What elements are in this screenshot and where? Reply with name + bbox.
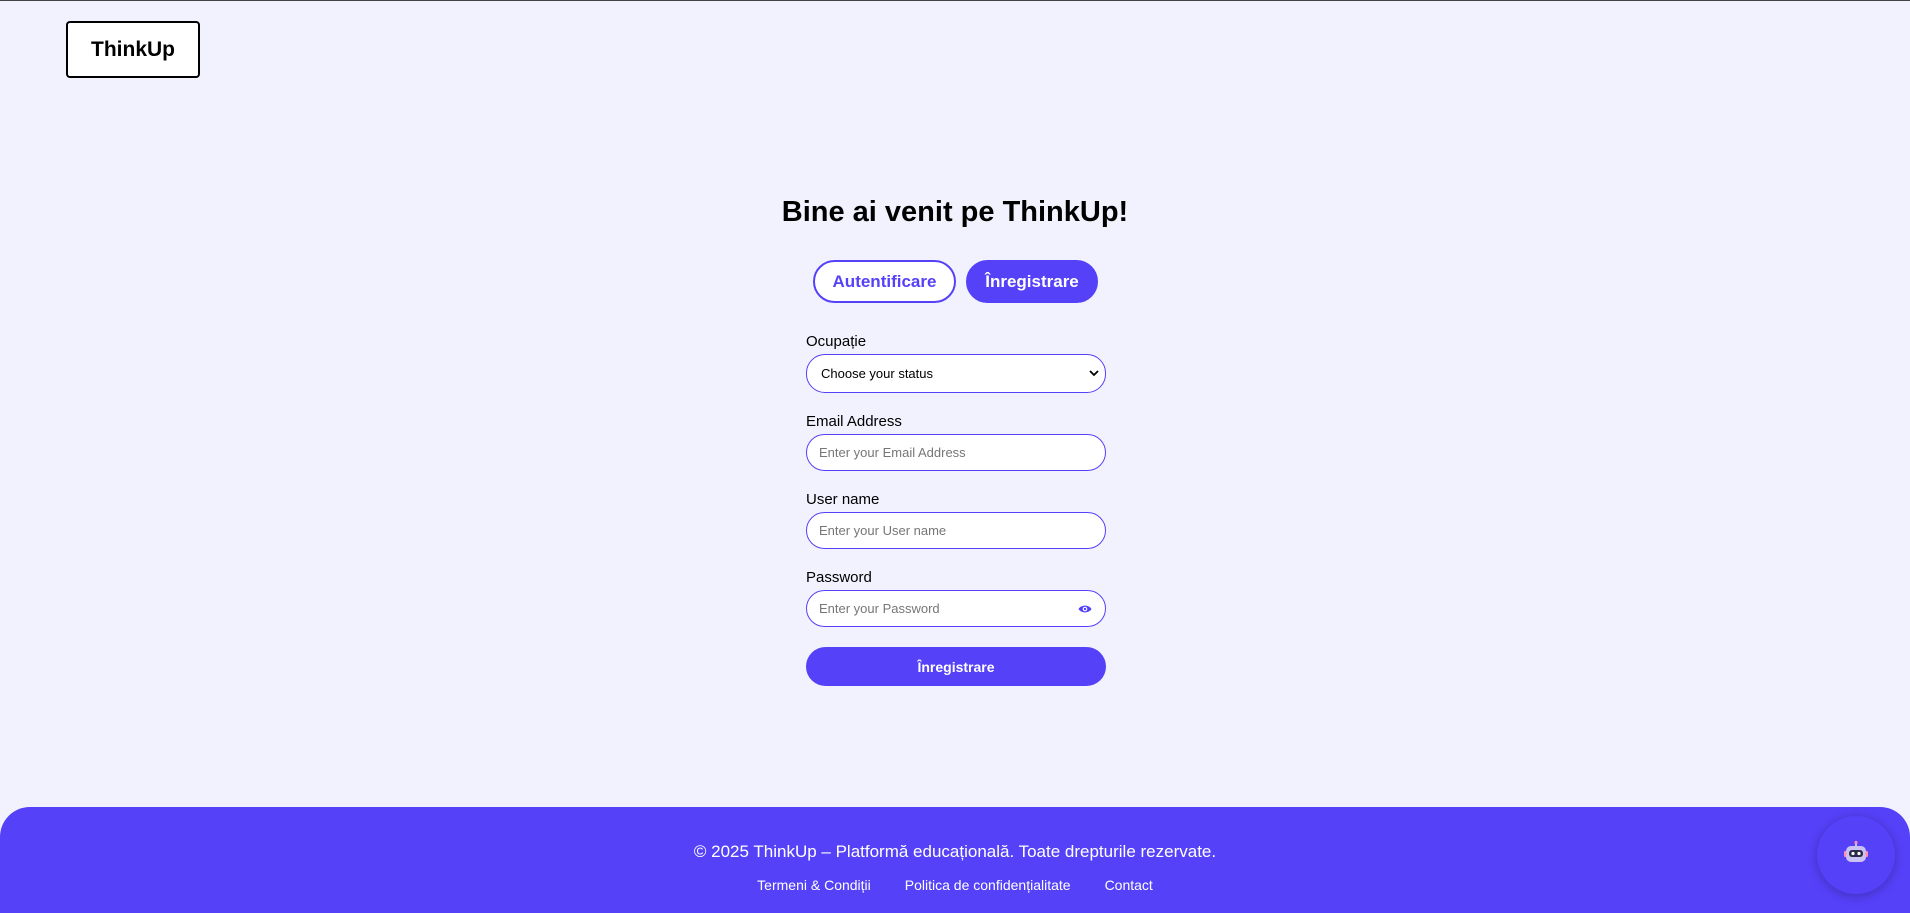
password-field [806,590,1106,627]
password-input[interactable] [817,600,1071,617]
eye-icon[interactable] [1077,601,1093,617]
occupation-select-value: Choose your status [821,366,934,381]
occupation-select[interactable]: Choose your status [806,354,1106,393]
email-field [806,434,1106,471]
robot-icon [1843,840,1869,871]
chatbot-button[interactable] [1817,816,1895,894]
register-submit-button[interactable]: Înregistrare [806,647,1106,686]
tab-register[interactable]: Înregistrare [966,260,1098,303]
page-title: Bine ai venit pe ThinkUp! [781,196,1129,228]
footer-link-contact[interactable]: Contact [1105,877,1153,893]
password-label: Password [806,569,872,586]
footer-link-terms[interactable]: Termeni & Condiții [757,877,871,893]
footer-copyright: © 2025 ThinkUp – Platformă educațională.… [693,842,1217,861]
chevron-down-icon [1087,367,1101,381]
tab-login[interactable]: Autentificare [813,260,956,303]
email-label: Email Address [806,413,902,430]
email-input[interactable] [817,444,1095,461]
footer-link-privacy[interactable]: Politica de confidențialitate [905,877,1071,893]
logo-button[interactable]: ThinkUp [66,21,200,78]
occupation-label: Ocupație [806,333,867,350]
username-field [806,512,1106,549]
username-input[interactable] [817,522,1095,539]
footer-links: Termeni & Condiții Politica de confidenț… [0,877,1910,893]
footer: © 2025 ThinkUp – Platformă educațională.… [0,807,1910,913]
username-label: User name [806,491,880,508]
